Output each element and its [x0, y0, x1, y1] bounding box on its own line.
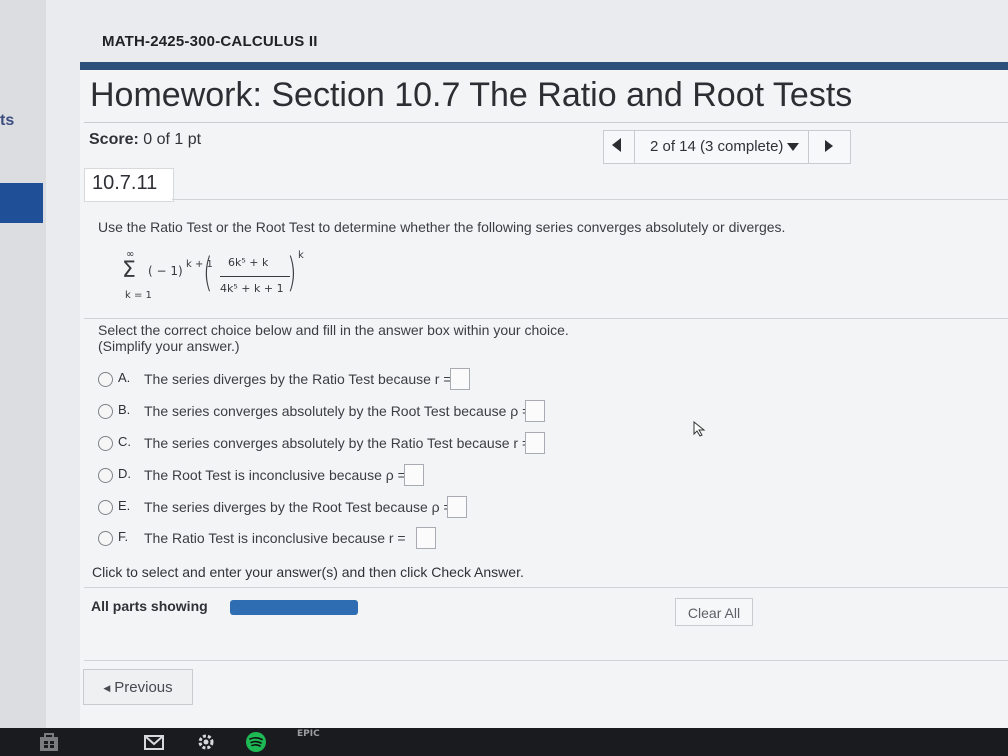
question-number: 10.7.11: [92, 172, 158, 194]
simplify-note: (Simplify your answer.): [98, 338, 240, 354]
divider: [808, 131, 809, 163]
gear-icon[interactable]: [195, 731, 217, 753]
answer-box[interactable]: [416, 527, 436, 549]
radio-button[interactable]: [98, 531, 113, 546]
mouse-cursor-icon: [693, 421, 706, 437]
spotify-icon[interactable]: [245, 731, 267, 753]
epic-games-icon[interactable]: EPIC: [297, 729, 320, 739]
clear-all-button[interactable]: Clear All: [675, 598, 753, 626]
divider: [84, 660, 1008, 661]
score-label: Score:: [89, 131, 139, 148]
choice-text: The Ratio Test is inconclusive because r…: [144, 530, 406, 546]
radio-button[interactable]: [98, 372, 113, 387]
check-answer-hint: Click to select and enter your answer(s)…: [92, 564, 524, 580]
choice-letter: A.: [118, 370, 131, 385]
next-question-arrow-icon[interactable]: [825, 140, 833, 152]
choice-letter: D.: [118, 466, 131, 481]
sigma-symbol: Σ: [122, 258, 136, 283]
panel-accent-bar: [80, 62, 1008, 70]
left-window-blue-tab[interactable]: [0, 183, 43, 223]
question-status-dropdown[interactable]: 2 of 14 (3 complete): [650, 138, 783, 155]
choice-text: The series diverges by the Ratio Test be…: [144, 371, 452, 387]
fraction-denominator: 4k⁵ + k + 1: [220, 282, 284, 295]
score: Score: 0 of 1 pt: [89, 131, 201, 149]
answer-box[interactable]: [450, 368, 470, 390]
choice-letter: C.: [118, 434, 131, 449]
series-expression: ∞ Σ k = 1 ( − 1) k + 1 ( 6k⁵ + k 4k⁵ + k…: [118, 246, 308, 306]
answer-box[interactable]: [447, 496, 467, 518]
choice-letter: B.: [118, 402, 131, 417]
mail-icon[interactable]: [143, 731, 165, 753]
divider: [172, 199, 1008, 200]
choice-text: The Root Test is inconclusive because ρ …: [144, 467, 406, 483]
previous-question-arrow-icon[interactable]: [612, 138, 621, 152]
dropdown-caret-icon[interactable]: [787, 143, 799, 151]
course-title: MATH-2425-300-CALCULUS II: [102, 33, 318, 50]
fraction-line: [220, 276, 290, 277]
alternating-sign: ( − 1): [148, 264, 183, 278]
choice-text: The series converges absolutely by the R…: [144, 403, 531, 419]
previous-label: Previous: [114, 678, 173, 696]
fraction-numerator: 6k⁵ + k: [228, 256, 269, 269]
right-paren: ): [287, 250, 297, 296]
answer-box[interactable]: [525, 400, 545, 422]
divider: [84, 587, 1008, 588]
left-window-edge: [0, 0, 46, 728]
question-instructions: Use the Ratio Test or the Root Test to d…: [98, 219, 786, 235]
choice-letter: E.: [118, 498, 131, 513]
radio-button[interactable]: [98, 500, 113, 515]
radio-button[interactable]: [98, 404, 113, 419]
parts-showing-label: All parts showing: [91, 598, 208, 614]
series-lower-limit: k = 1: [125, 290, 152, 301]
score-value: 0 of 1 pt: [143, 131, 202, 148]
left-window-text: ts: [0, 112, 15, 129]
choice-text: The series converges absolutely by the R…: [144, 435, 531, 451]
previous-arrow-icon: ◀: [103, 682, 111, 693]
parts-progress-bar: [230, 600, 358, 615]
radio-button[interactable]: [98, 436, 113, 451]
previous-button[interactable]: ◀ Previous: [83, 669, 193, 705]
left-paren: (: [203, 250, 213, 296]
answer-box[interactable]: [525, 432, 545, 454]
store-icon[interactable]: [38, 731, 60, 753]
divider: [84, 122, 1008, 123]
answer-box[interactable]: [404, 464, 424, 486]
homework-panel: [80, 62, 1008, 728]
choice-letter: F.: [118, 529, 129, 544]
radio-button[interactable]: [98, 468, 113, 483]
divider: [84, 318, 1008, 319]
divider: [634, 131, 635, 163]
select-instructions: Select the correct choice below and fill…: [98, 322, 569, 338]
choice-text: The series diverges by the Root Test bec…: [144, 499, 452, 515]
homework-title: Homework: Section 10.7 The Ratio and Roo…: [90, 76, 853, 114]
outer-exponent: k: [298, 250, 304, 261]
